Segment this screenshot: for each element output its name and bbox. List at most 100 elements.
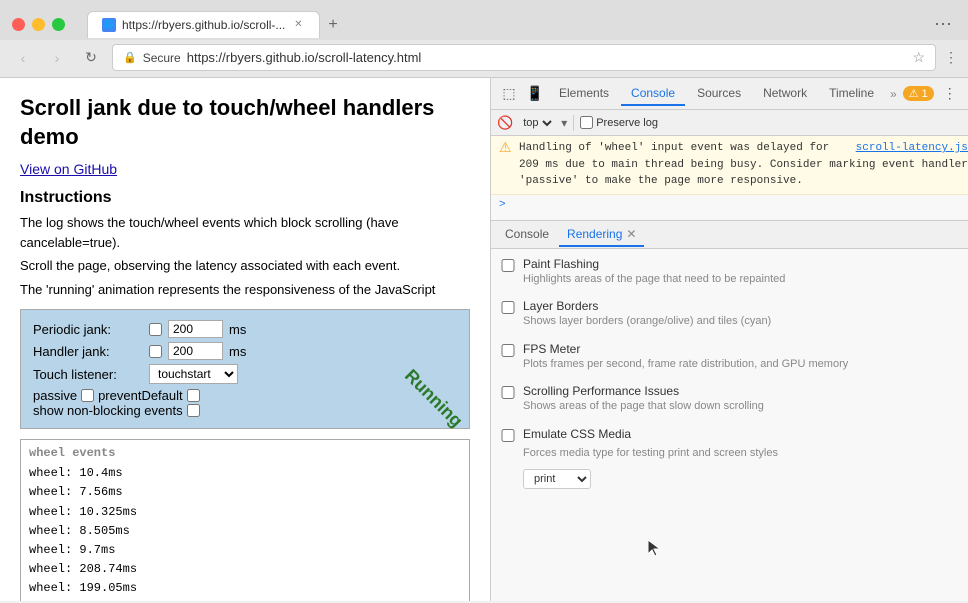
log-entry-1: wheel: 7.56ms [29,483,461,502]
paint-flashing-checkbox[interactable] [501,259,515,272]
tab-elements[interactable]: Elements [549,82,619,106]
demo-controls: Periodic jank: ms Handler jank: ms Touch… [20,309,470,429]
back-button[interactable]: ‹ [10,45,36,71]
nonblocking-checkbox[interactable] [187,404,200,417]
tab-close-button[interactable]: ✕ [291,18,305,32]
console-level-select[interactable]: top [519,116,555,130]
tab-favicon: 🌐 [102,18,116,32]
url-text: https://rbyers.github.io/scroll-latency.… [187,50,907,65]
main-area: Scroll jank due to touch/wheel handlers … [0,78,968,601]
layer-borders-option: Layer Borders Shows layer borders (orang… [501,299,968,329]
address-bar[interactable]: 🔒 Secure https://rbyers.github.io/scroll… [112,44,936,71]
prevent-default-checkbox[interactable] [187,389,200,402]
maximize-traffic-light[interactable] [52,18,65,31]
passive-label: passive [33,388,77,403]
emulate-css-media-checkbox[interactable] [501,429,515,442]
tab-network[interactable]: Network [753,82,817,106]
handler-jank-input[interactable] [168,342,223,360]
console-dropdown-icon[interactable]: ▾ [561,116,567,130]
emulate-css-media-info: Emulate CSS Media Forces media type for … [523,427,778,489]
rendering-tab-close-icon[interactable]: ✕ [626,227,636,241]
tab-timeline[interactable]: Timeline [819,82,884,106]
mouse-cursor [648,540,660,556]
periodic-jank-row: Periodic jank: ms [33,320,457,338]
emulate-css-media-option: Emulate CSS Media Forces media type for … [501,427,968,489]
devtools-settings-icon[interactable]: ⋮ [938,82,962,106]
periodic-jank-input[interactable] [168,320,223,338]
browser-chrome: 🌐 https://rbyers.github.io/scroll-... ✕ … [0,0,968,78]
emulate-media-select[interactable]: print screen none [523,469,591,489]
layer-borders-title: Layer Borders [523,299,771,313]
log-entry-5: wheel: 208.74ms [29,560,461,579]
console-filter-icon[interactable]: 🚫 [497,115,513,131]
paint-flashing-desc: Highlights areas of the page that need t… [523,272,785,287]
github-link[interactable]: View on GitHub [20,161,470,177]
periodic-jank-checkbox[interactable] [149,323,162,336]
warning-icon: ⚠ [909,87,919,100]
layer-borders-info: Layer Borders Shows layer borders (orang… [523,299,771,329]
handler-jank-label: Handler jank: [33,344,143,359]
tab-sources[interactable]: Sources [687,82,751,106]
event-log: wheel events wheel: 10.4ms wheel: 7.56ms… [20,439,470,601]
tab-console[interactable]: Console [621,82,685,106]
emulate-css-media-desc: Forces media type for testing print and … [523,446,778,461]
touch-listener-select[interactable]: touchstart touchmove [149,364,238,384]
tab-title: https://rbyers.github.io/scroll-... [122,18,285,32]
fps-meter-option: FPS Meter Plots frames per second, frame… [501,342,968,372]
nonblocking-label: show non-blocking events [33,403,183,418]
page-content: Scroll jank due to touch/wheel handlers … [0,78,490,601]
periodic-jank-unit: ms [229,322,246,337]
scrolling-perf-option: Scrolling Performance Issues Shows areas… [501,384,968,414]
fps-meter-checkbox[interactable] [501,344,515,357]
handler-jank-checkbox[interactable] [149,345,162,358]
minimize-traffic-light[interactable] [32,18,45,31]
fps-meter-title: FPS Meter [523,342,848,356]
prevent-default-label: preventDefault [98,388,183,403]
handler-jank-unit: ms [229,344,246,359]
preserve-log-label: Preserve log [580,116,658,129]
more-tabs-button[interactable]: » [886,83,901,105]
passive-checkbox[interactable] [81,389,94,402]
devtools-device-icon[interactable]: 📱 [523,82,547,106]
desc1: The log shows the touch/wheel events whi… [20,213,470,252]
emulate-media-select-row: print screen none [523,469,778,489]
log-entry-2: wheel: 10.325ms [29,503,461,522]
periodic-jank-label: Periodic jank: [33,322,143,337]
log-header: wheel events [29,446,461,460]
log-entry-7: wheel: 34.86ms [29,599,461,602]
warning-badge: ⚠ 1 [903,86,934,101]
new-tab-button[interactable]: + [320,12,345,38]
fps-meter-info: FPS Meter Plots frames per second, frame… [523,342,848,372]
console-message-text: Handling of 'wheel' input event was dela… [519,140,968,190]
log-entry-4: wheel: 9.7ms [29,541,461,560]
prompt-arrow-icon: > [499,199,506,211]
devtools-inspect-icon[interactable]: ⬚ [497,82,521,106]
browser-menu-button[interactable]: ⋮ [944,49,958,66]
bottom-tab-console[interactable]: Console [497,223,557,247]
tab-bar: 🌐 https://rbyers.github.io/scroll-... ✕ … [77,11,356,38]
handler-jank-row: Handler jank: ms [33,342,457,360]
window-controls-icon: ⋯ [934,14,952,35]
layer-borders-desc: Shows layer borders (orange/olive) and t… [523,314,771,329]
scrolling-perf-info: Scrolling Performance Issues Shows areas… [523,384,764,414]
scrolling-perf-checkbox[interactable] [501,386,515,399]
page-title: Scroll jank due to touch/wheel handlers … [20,94,470,151]
title-bar: 🌐 https://rbyers.github.io/scroll-... ✕ … [0,0,968,40]
close-traffic-light[interactable] [12,18,25,31]
bookmark-icon[interactable]: ☆ [912,49,925,66]
desc2: Scroll the page, observing the latency a… [20,256,470,276]
touch-listener-row: Touch listener: touchstart touchmove [33,364,457,384]
instructions-heading: Instructions [20,189,470,207]
devtools-actions: ⚠ 1 ⋮ ✕ [903,82,968,106]
traffic-lights [12,18,65,31]
nonblocking-row: show non-blocking events [33,403,457,418]
log-entry-6: wheel: 199.05ms [29,579,461,598]
refresh-button[interactable]: ↻ [78,45,104,71]
console-prompt[interactable]: > [491,195,968,215]
browser-tab[interactable]: 🌐 https://rbyers.github.io/scroll-... ✕ [87,11,320,38]
bottom-tab-rendering[interactable]: Rendering ✕ [559,223,644,247]
console-source-link[interactable]: scroll-latency.js:67 [856,142,968,154]
layer-borders-checkbox[interactable] [501,301,515,314]
forward-button[interactable]: › [44,45,70,71]
preserve-log-checkbox[interactable] [580,116,593,129]
